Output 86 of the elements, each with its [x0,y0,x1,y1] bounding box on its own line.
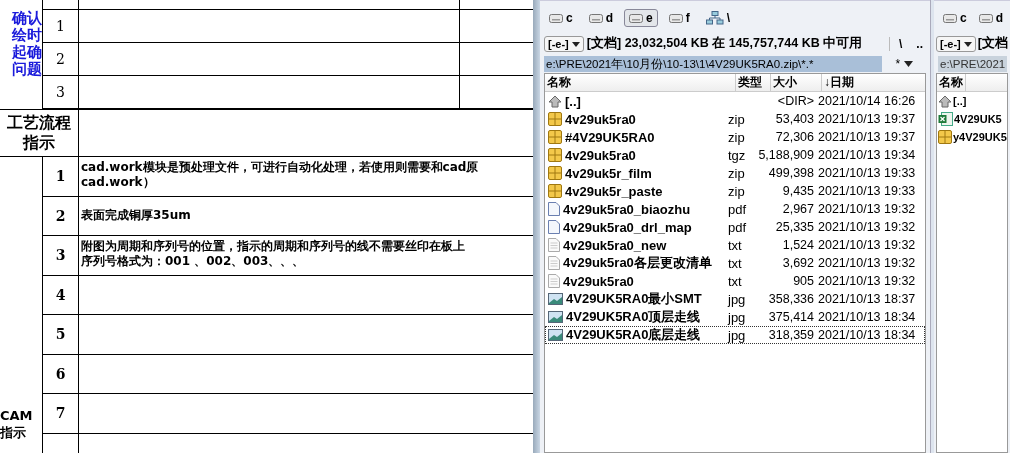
path-bar[interactable]: e:\PRE\2021年\10月份\10-13\1\4V29UK5RA0.zip\*.* [544,55,882,72]
column-header[interactable]: 名称 [545,74,736,91]
image-file-icon [548,293,563,305]
file-row[interactable]: 4v29uk5ra0 zip 53,403 2021/10/13 19:37 [545,110,925,128]
archive-icon [548,148,562,162]
caret-icon [571,42,580,48]
parent-folder-icon [938,94,952,108]
text-file-icon [548,274,560,288]
row-number: 2 [55,207,66,224]
section-label: 工艺流程 [7,113,71,133]
text-file-icon [548,238,560,252]
instruction-text: cad.work） [81,175,156,190]
instruction-text: 附图为周期和序列号的位置，指示的周期和序列号的线不需要丝印在板上 [81,239,466,254]
document-icon [548,220,560,234]
row-number: 4 [55,286,66,303]
file-row[interactable]: 4v29uk5ra0_drl_map pdf 25,335 2021/10/13 19:32 [545,218,925,236]
archive-icon [548,112,562,126]
nav-button[interactable]: \ [896,36,906,51]
instruction-text: cad.work模块是预处理文件，可进行自动化处理，若使用则需要和cad原 [81,160,480,175]
row-number: 1 [55,168,66,185]
drive-button[interactable]: c [938,9,972,27]
section-label: 指示 [23,133,55,153]
row-number: 2 [56,51,65,67]
drive-icon [549,13,563,23]
text-file-icon [548,256,560,270]
instruction-text: 表面完成铜厚35um [81,208,192,224]
drive-button[interactable]: f [663,9,695,27]
file-row[interactable]: #4V29UK5RA0 zip 72,306 2021/10/13 19:37 [545,128,925,146]
file-row[interactable]: 4v29uk5r_paste zip 9,435 2021/10/13 19:33 [545,182,925,200]
archive-icon [548,130,562,144]
filter-button[interactable]: * [882,55,926,72]
drive-button[interactable]: d [583,9,619,27]
column-header[interactable]: 大小 [771,74,822,91]
file-row[interactable]: [..] [937,92,1007,110]
caret-icon [903,61,913,68]
file-row[interactable]: 4v29uk5ra0_new txt 1,524 2021/10/13 19:32 [545,236,925,254]
section-label: CAM [0,407,33,424]
file-row[interactable]: 4v29uk5ra0_biaozhu pdf 2,967 2021/10/13 19:32 [545,200,925,218]
row-number: 3 [55,247,66,264]
network-icon [705,11,724,25]
drive-button[interactable]: d [973,9,1009,27]
file-row[interactable]: 4V29UK5RA0最小SMT jpg 358,336 2021/10/13 18:37 [545,290,925,308]
file-row[interactable]: 4V29UK5RA0底层走线 jpg 318,359 2021/10/13 18:34 [545,326,925,344]
archive-icon [548,184,562,198]
archive-icon [548,166,562,180]
caret-icon [963,42,972,48]
drive-icon [588,13,603,23]
drive-dropdown[interactable]: [-e-] [544,35,584,52]
file-row[interactable]: 4v29uk5ra0 txt 905 2021/10/13 19:32 [545,272,925,290]
row-number: 3 [56,84,65,100]
row-number: 7 [55,405,66,422]
section-label: 起确 [12,44,42,61]
section-label: 问题 [12,61,42,78]
file-row[interactable]: 4V29UK5 [937,110,1007,128]
section-label: 绘时 [12,27,42,44]
section-label: 指示 [0,424,26,441]
volume-info: [文档 [977,35,1008,52]
row-number: 1 [56,18,65,34]
file-row[interactable]: 4V29UK5RA0顶层走线 jpg 375,414 2021/10/13 18:34 [545,308,925,326]
drive-dropdown[interactable]: [-e-] [936,35,976,52]
file-row[interactable]: 4v29uk5r_film zip 499,398 2021/10/13 19:33 [545,164,925,182]
drive-button[interactable]: c [544,9,578,27]
drive-icon [943,13,957,23]
drive-icon [978,13,993,23]
archive-icon [938,130,952,144]
file-row[interactable]: y4V29UK5 [937,128,1007,146]
image-file-icon [548,311,563,323]
column-header[interactable]: ↓日期 [822,74,925,91]
document-icon [548,202,560,216]
row-number: 6 [55,365,66,382]
nav-button[interactable]: .. [913,36,926,51]
drive-button[interactable]: e [624,9,658,27]
file-row[interactable]: 4v29uk5ra0 tgz 5,188,909 2021/10/13 19:34 [545,146,925,164]
path-bar[interactable]: e:\PRE\2021 [938,55,1008,72]
drive-icon [629,13,644,23]
file-row[interactable]: [..] <DIR> 2021/10/14 16:26 [545,92,925,110]
volume-info: [文档] 23,032,504 KB 在 145,757,744 KB 中可用 [586,35,863,52]
drive-button[interactable]: \ [700,9,736,27]
column-header[interactable]: 类型 [736,74,771,91]
drive-icon [668,13,683,23]
image-file-icon [548,329,563,341]
section-label: 确认 [12,10,42,27]
parent-folder-icon [548,94,562,108]
file-row[interactable]: 4v29uk5ra0各层更改清单 txt 3,692 2021/10/13 19:32 [545,254,925,272]
instruction-text: 序列号格式为：001 、002、003、、、 [81,254,306,269]
row-number: 5 [55,326,66,343]
